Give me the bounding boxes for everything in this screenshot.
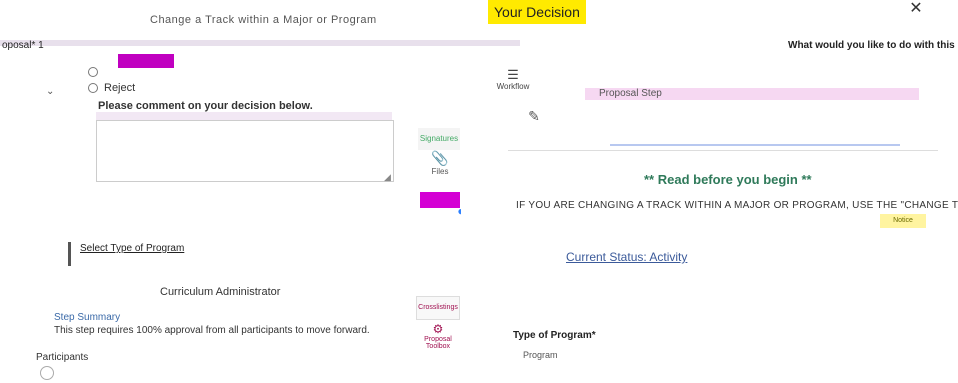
step-summary-title: Step Summary [54, 312, 121, 323]
list-icon: ☰ [507, 67, 519, 82]
approve-radio[interactable] [88, 66, 104, 78]
highlight-block [118, 54, 174, 68]
program-value: Program [523, 350, 558, 360]
workflow-button[interactable]: ☰ Workflow [493, 68, 533, 98]
decision-header: Your Decision [488, 0, 586, 24]
paperclip-icon: 📎 [431, 150, 449, 166]
edit-icon[interactable]: ✎ [520, 108, 548, 132]
participants-label: Participants [36, 352, 89, 363]
proposal-title: Change a Track within a Major or Program [150, 14, 377, 26]
current-status-link[interactable]: Current Status: Activity [566, 250, 687, 264]
select-type-link[interactable]: Select Type of Program [80, 243, 184, 254]
type-of-program-label: Type of Program* [513, 330, 596, 341]
crosslistings-button[interactable]: Crosslistings [416, 296, 460, 320]
files-button[interactable]: 📎 Files [424, 150, 456, 184]
notice-button[interactable]: Notice [880, 214, 926, 228]
resize-handle-icon[interactable]: ◢ [384, 172, 391, 183]
reject-label: Reject [104, 82, 136, 94]
curriculum-admin-label: Curriculum Administrator [160, 286, 281, 298]
proposal-toolbox-button[interactable]: ⚙ Proposal Toolbox [416, 322, 460, 362]
instruction-text: IF YOU ARE CHANGING A TRACK WITHIN A MAJ… [516, 200, 958, 211]
reject-radio-row[interactable]: Reject [88, 82, 135, 94]
toolbox-icon: ⚙ [432, 322, 444, 336]
chevron-down-icon[interactable]: ⌄ [46, 86, 54, 97]
decision-question: What would you like to do with this p [788, 40, 958, 51]
proposal-step-bar: Proposal Step [585, 88, 919, 100]
step-summary-text: This step requires 100% approval from al… [54, 325, 370, 336]
radio-icon[interactable] [88, 83, 98, 94]
comment-textarea[interactable] [96, 120, 394, 182]
proposal-toolbox-label: Proposal Toolbox [424, 336, 452, 350]
header-strip [0, 40, 520, 46]
radio-icon[interactable] [88, 67, 98, 78]
avatar [40, 366, 54, 380]
proposal-label: oposal* 1 [2, 40, 44, 51]
section-marker [68, 242, 71, 266]
divider [610, 144, 900, 146]
highlight-block [420, 192, 460, 208]
top-bar [0, 0, 958, 34]
comment-label: Please comment on your decision below. [98, 100, 313, 112]
indicator-icon: ◖ [456, 204, 464, 218]
workflow-label: Workflow [496, 82, 530, 91]
read-before-heading: ** Read before you begin ** [644, 172, 812, 187]
divider [96, 112, 392, 120]
signatures-button[interactable]: Signatures [418, 128, 460, 150]
files-label: Files [431, 167, 449, 176]
divider [508, 150, 938, 151]
close-icon[interactable]: ✕ [905, 0, 927, 18]
